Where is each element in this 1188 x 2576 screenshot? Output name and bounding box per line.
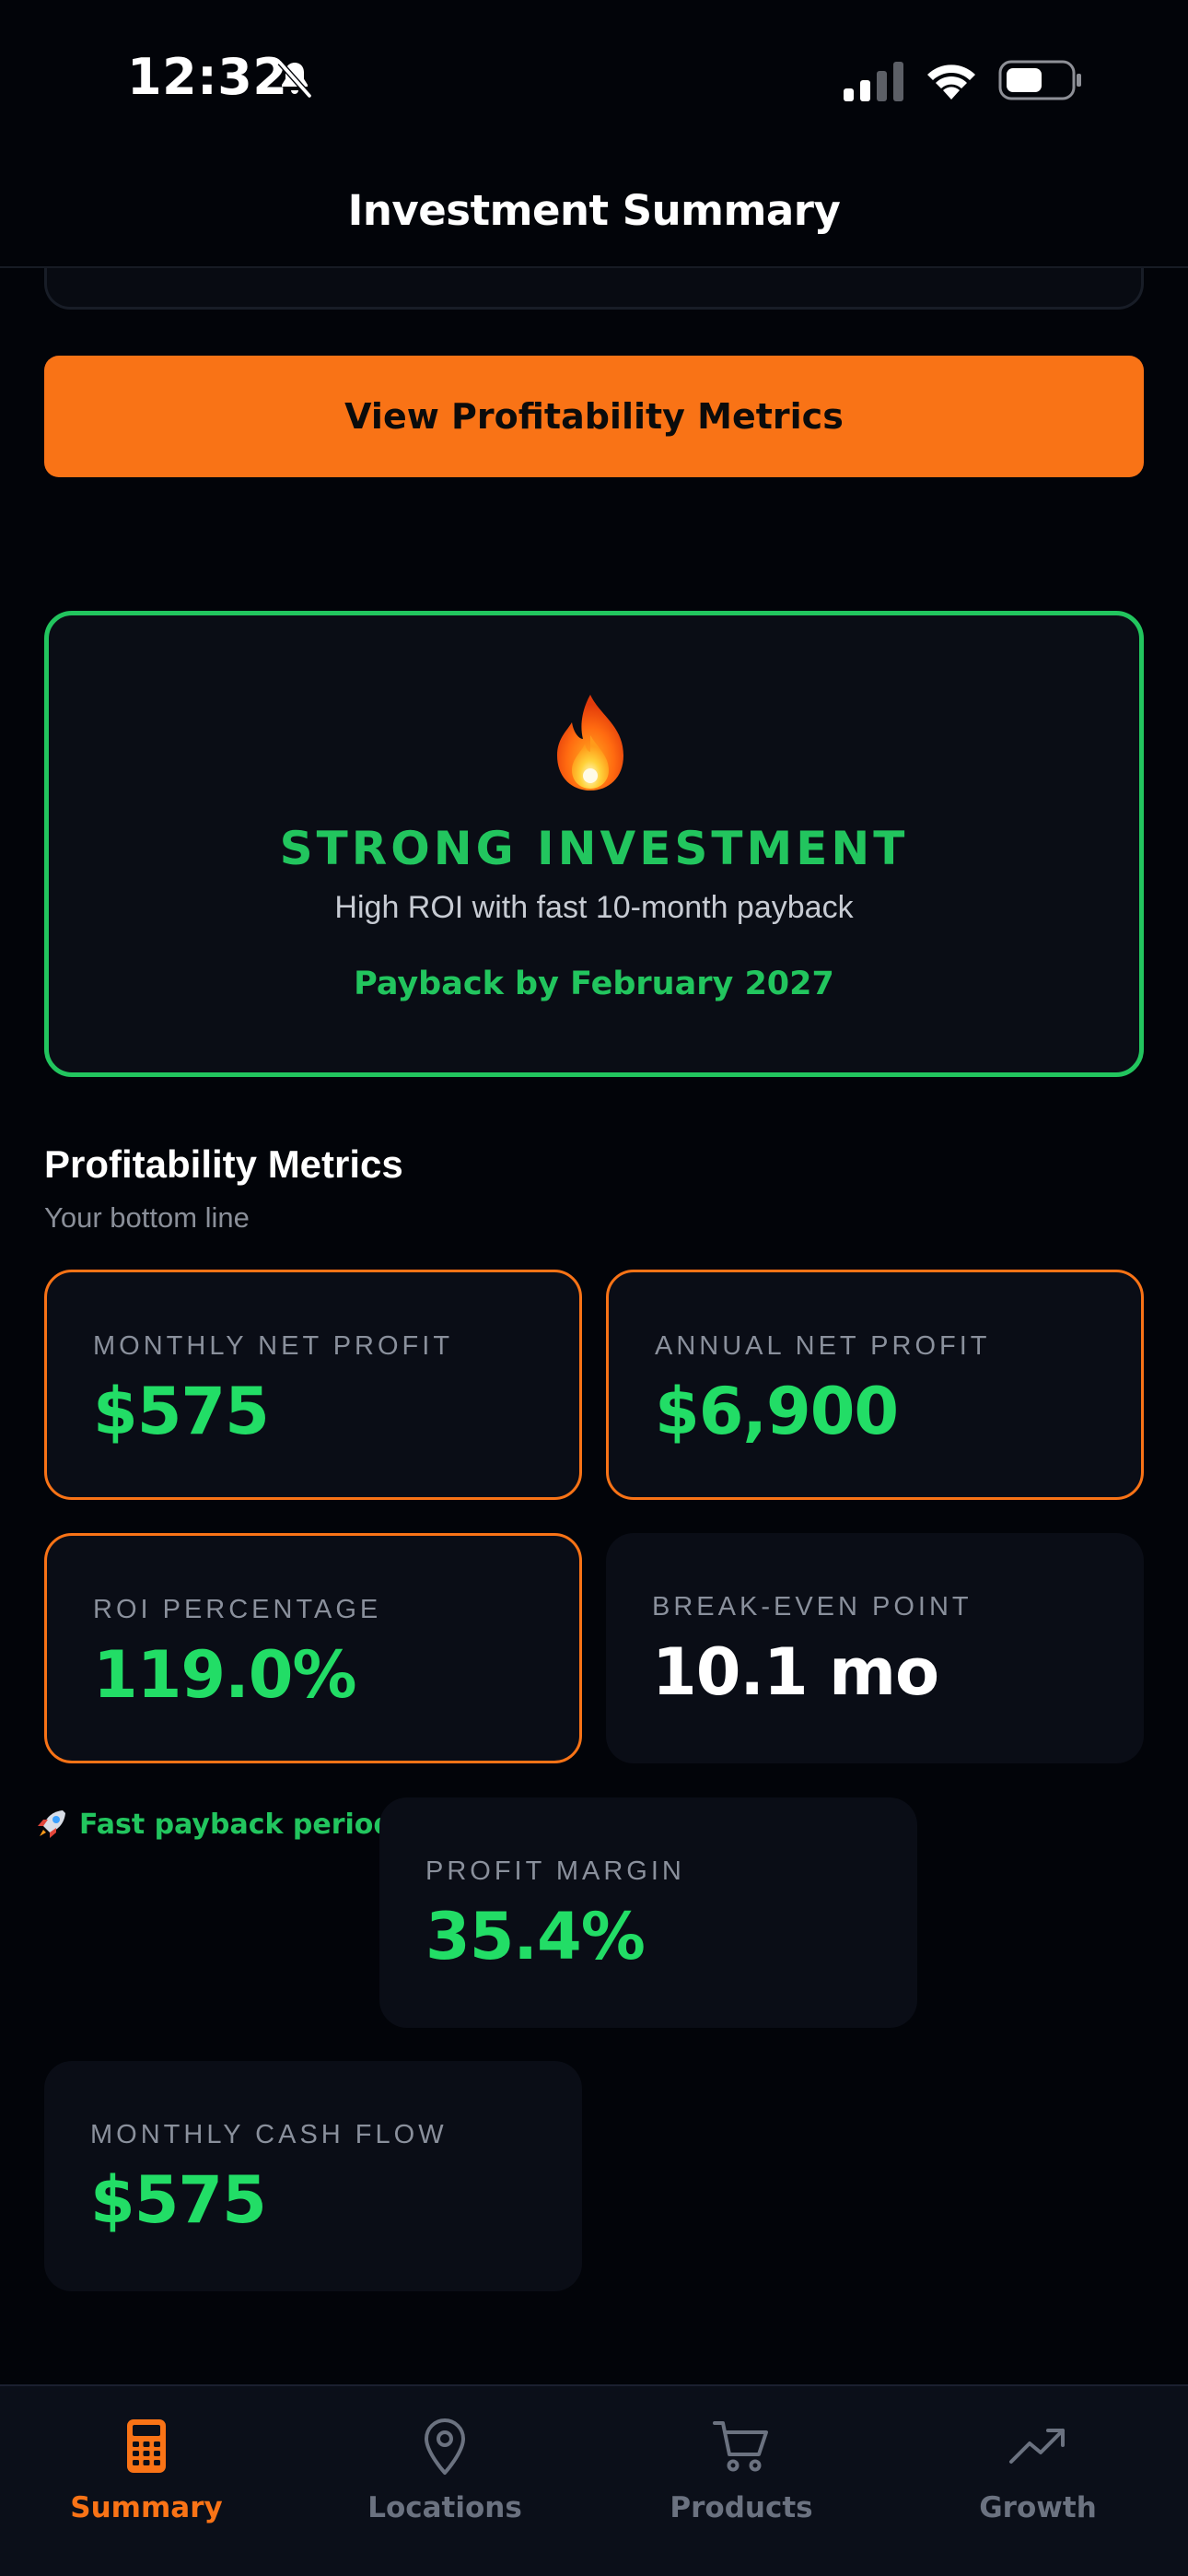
metric-card-roi-percentage: ROI PERCENTAGE 119.0% bbox=[44, 1533, 582, 1763]
section-subtitle: Your bottom line bbox=[44, 1201, 250, 1234]
metric-label: BREAK-EVEN POINT bbox=[652, 1592, 973, 1622]
page-title: Investment Summary bbox=[347, 186, 841, 235]
calculator-icon bbox=[127, 2419, 166, 2473]
metric-label: MONTHLY CASH FLOW bbox=[90, 2120, 448, 2149]
metric-label: ANNUAL NET PROFIT bbox=[655, 1331, 991, 1361]
cart-icon bbox=[713, 2421, 768, 2472]
metric-card-break-even-point: BREAK-EVEN POINT 10.1 mo bbox=[606, 1533, 1144, 1763]
status-bar: 12:32 bbox=[0, 0, 1188, 157]
metric-label: ROI PERCENTAGE bbox=[93, 1595, 382, 1624]
metric-value: $6,900 bbox=[655, 1374, 899, 1449]
payback-date: Payback by February 2027 bbox=[354, 966, 834, 1002]
metric-value: 119.0% bbox=[93, 1637, 357, 1713]
tab-summary[interactable]: Summary bbox=[27, 2416, 266, 2545]
battery-icon bbox=[998, 60, 1081, 100]
tab-label: Summary bbox=[70, 2491, 223, 2524]
rocket-icon bbox=[38, 1810, 65, 1838]
section-title: Profitability Metrics bbox=[44, 1142, 403, 1186]
metric-value: $575 bbox=[90, 2162, 267, 2238]
fire-icon bbox=[557, 695, 623, 790]
metric-label: MONTHLY NET PROFIT bbox=[93, 1331, 454, 1361]
fast-payback-note: Fast payback period bbox=[35, 1808, 393, 1841]
tab-locations[interactable]: Locations bbox=[325, 2416, 565, 2545]
metric-value: 10.1 mo bbox=[652, 1634, 939, 1710]
metric-label: PROFIT MARGIN bbox=[425, 1856, 685, 1886]
view-profitability-metrics-button[interactable]: View Profitability Metrics bbox=[44, 356, 1144, 477]
metric-value: 35.4% bbox=[425, 1899, 646, 1974]
tab-label: Growth bbox=[979, 2491, 1097, 2524]
tab-growth[interactable]: Growth bbox=[918, 2416, 1158, 2545]
metric-card-annual-net-profit: ANNUAL NET PROFIT $6,900 bbox=[606, 1270, 1144, 1500]
tab-label: Locations bbox=[367, 2491, 522, 2524]
bell-slash-icon bbox=[277, 60, 312, 99]
metric-card-profit-margin: PROFIT MARGIN 35.4% bbox=[379, 1797, 917, 2028]
fast-payback-text: Fast payback period bbox=[79, 1808, 393, 1841]
map-pin-icon bbox=[425, 2418, 465, 2475]
status-time: 12:32 bbox=[127, 48, 288, 106]
trending-up-icon bbox=[1009, 2429, 1065, 2464]
metric-card-monthly-net-profit: MONTHLY NET PROFIT $575 bbox=[44, 1270, 582, 1500]
metric-value: $575 bbox=[93, 1374, 270, 1449]
metric-card-monthly-cash-flow: MONTHLY CASH FLOW $575 bbox=[44, 2061, 582, 2291]
verdict-title: STRONG INVESTMENT bbox=[279, 822, 909, 875]
tab-label: Products bbox=[670, 2491, 813, 2524]
verdict-subtitle: High ROI with fast 10-month payback bbox=[334, 890, 854, 925]
tab-bar: Summary Locations Products Growth bbox=[0, 2384, 1188, 2576]
tab-products[interactable]: Products bbox=[622, 2416, 861, 2545]
wifi-icon bbox=[927, 64, 975, 100]
cellular-signal-icon bbox=[844, 62, 903, 101]
header-divider bbox=[0, 266, 1188, 268]
